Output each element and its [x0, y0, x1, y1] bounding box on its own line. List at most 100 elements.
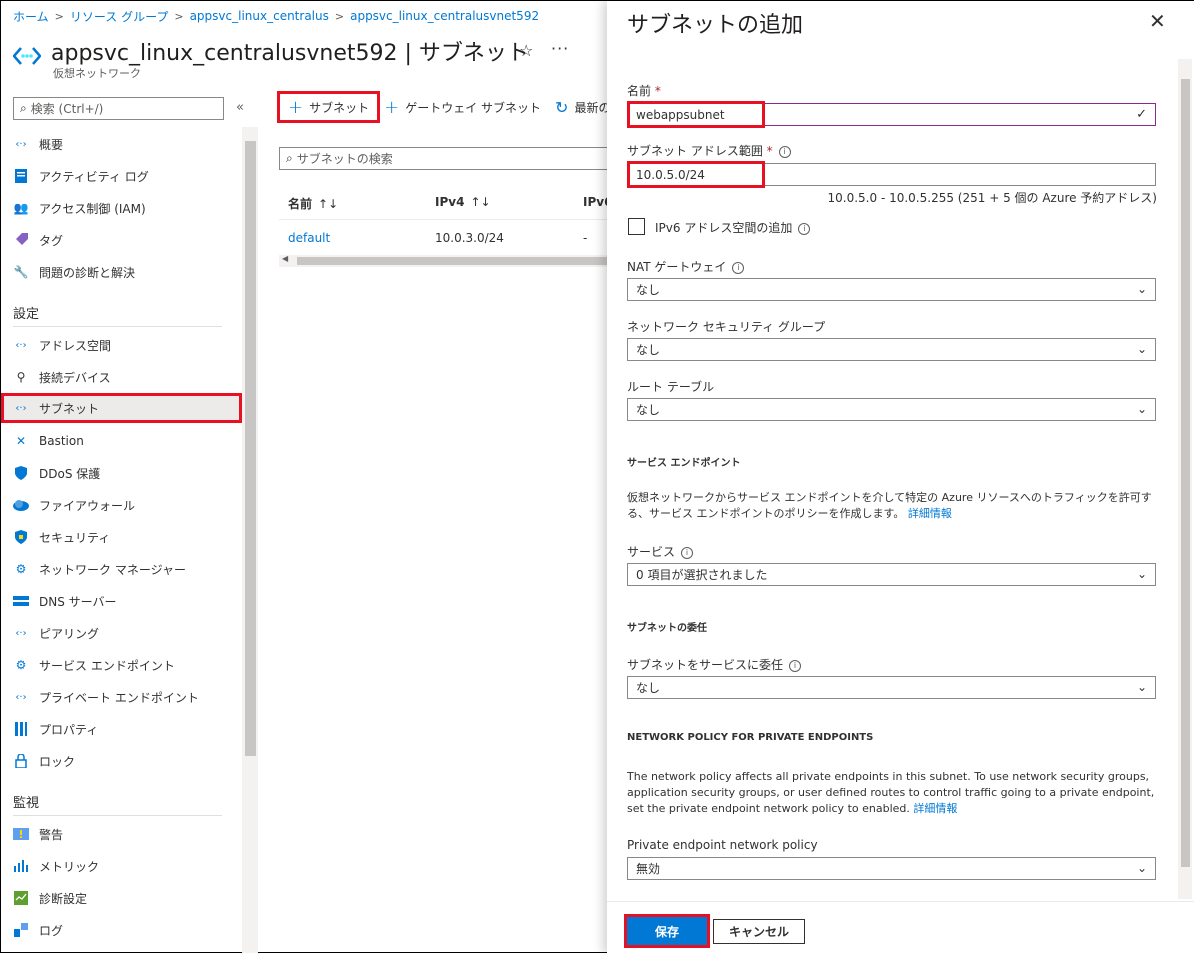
subnet-ipv6-cell: -: [583, 231, 588, 245]
sidebar-item-firewall[interactable]: ファイアウォール: [1, 491, 242, 519]
star-icon[interactable]: ☆: [519, 41, 533, 60]
info-icon[interactable]: i: [732, 261, 745, 274]
nsg-label: ネットワーク セキュリティ グループ: [627, 320, 826, 334]
services-value: 0 項目が選択されました: [636, 568, 768, 582]
sidebar-item-tags[interactable]: タグ: [1, 226, 242, 254]
people-icon: 👥: [13, 201, 29, 215]
breadcrumb-home[interactable]: ホーム: [13, 8, 49, 25]
subnet-name-link[interactable]: default: [288, 231, 330, 245]
sidebar-scrollbar-thumb[interactable]: [245, 141, 256, 756]
required-marker: *: [766, 144, 773, 158]
sidebar-item-label: ピアリング: [39, 626, 100, 641]
column-header-ipv4[interactable]: IPv4 ↑↓: [435, 195, 491, 209]
panel-scrollbar-thumb[interactable]: [1181, 79, 1190, 867]
address-range-label: サブネット アドレス範囲 * i: [627, 142, 791, 159]
learn-more-link[interactable]: 詳細情報: [913, 802, 957, 815]
sidebar-item-locks[interactable]: ロック: [1, 747, 242, 775]
column-header-label: IPv6: [583, 195, 607, 209]
vnet-icon: ‹·›: [15, 339, 27, 351]
sidebar-search-input[interactable]: ⌕ 検索 (Ctrl+/): [13, 97, 224, 120]
sidebar-item-overview[interactable]: ‹·› 概要: [1, 130, 242, 158]
search-icon: ⌕: [20, 101, 27, 115]
sidebar-item-label: ログ: [39, 923, 64, 938]
nsg-select[interactable]: なし ⌄: [627, 338, 1156, 361]
divider: [13, 815, 222, 816]
collapse-icon[interactable]: «: [236, 100, 244, 115]
delegation-value: なし: [636, 681, 661, 695]
sidebar-item-peering[interactable]: ‹·› ピアリング: [1, 619, 242, 647]
sidebar-item-address-space[interactable]: ‹·› アドレス空間: [1, 331, 242, 359]
more-icon[interactable]: ···: [551, 39, 569, 58]
breadcrumb-resource-group[interactable]: appsvc_linux_centralus: [190, 9, 329, 23]
logs-icon: [13, 922, 29, 938]
sidebar-item-label: 問題の診断と解決: [39, 265, 136, 280]
sidebar-item-activity-log[interactable]: アクティビティ ログ: [1, 162, 242, 190]
services-select[interactable]: 0 項目が選択されました ⌄: [627, 563, 1156, 586]
peering-icon: ‹·›: [15, 627, 27, 639]
sidebar-item-label: サービス エンドポイント: [39, 658, 175, 673]
policy-select[interactable]: 無効 ⌄: [627, 857, 1156, 880]
info-icon[interactable]: i: [798, 222, 811, 235]
ipv6-checkbox[interactable]: [628, 218, 645, 235]
service-endpoint-heading: サービス エンドポイント: [627, 458, 741, 469]
sidebar-item-label: アドレス空間: [39, 338, 112, 353]
subnet-search-input[interactable]: ⌕ サブネットの検索: [279, 147, 609, 170]
delegation-select[interactable]: なし ⌄: [627, 676, 1156, 699]
breadcrumb-vnet[interactable]: appsvc_linux_centralusvnet592: [350, 9, 539, 23]
vnet-icon: ‹·›: [15, 402, 27, 414]
sidebar-item-iam[interactable]: 👥 アクセス制御 (IAM): [1, 194, 242, 222]
sidebar-item-label: DDoS 保護: [39, 466, 101, 481]
services-label: サービス i: [627, 543, 694, 560]
scroll-left-icon[interactable]: ◀: [282, 254, 288, 263]
add-subnet-button[interactable]: + サブネット: [277, 91, 381, 123]
vnet-icon: ‹·›: [15, 138, 27, 150]
learn-more-link[interactable]: 詳細情報: [908, 507, 952, 520]
section-settings: 設定: [13, 307, 40, 322]
sidebar-item-metrics[interactable]: メトリック: [1, 852, 242, 880]
sidebar-item-subnets[interactable]: ‹·› サブネット: [1, 393, 242, 423]
sidebar-item-alerts[interactable]: 警告: [1, 820, 242, 848]
delegation-label: サブネットをサービスに委任 i: [627, 656, 802, 673]
column-header-ipv6[interactable]: IPv6: [583, 195, 607, 209]
sidebar-item-label: アクセス制御 (IAM): [39, 201, 146, 216]
info-icon[interactable]: i: [681, 546, 694, 559]
page-title: appsvc_linux_centralusvnet592 | サブネット: [51, 41, 529, 66]
column-header-name[interactable]: 名前 ↑↓: [288, 195, 338, 212]
sidebar-item-bastion[interactable]: ✕ Bastion: [1, 427, 242, 455]
sidebar-item-dns-servers[interactable]: DNS サーバー: [1, 587, 242, 615]
vnet-icon: [13, 47, 41, 65]
breadcrumb-resource-groups[interactable]: リソース グループ: [70, 8, 169, 25]
sidebar-item-security[interactable]: セキュリティ: [1, 523, 242, 551]
sort-icon: ↑↓: [470, 195, 491, 209]
sidebar-item-connected-devices[interactable]: ⚲ 接続デバイス: [1, 363, 242, 391]
cancel-button[interactable]: キャンセル: [713, 919, 805, 944]
chevron-down-icon: ⌄: [1136, 402, 1147, 416]
add-subnet-panel: サブネットの追加 ✕ 名前 * webappsubnet ✓ サブネット アドレ…: [607, 1, 1194, 953]
info-icon[interactable]: i: [778, 145, 791, 158]
route-table-select[interactable]: なし ⌄: [627, 398, 1156, 421]
sidebar-item-ddos[interactable]: DDoS 保護: [1, 459, 242, 487]
sidebar-item-logs[interactable]: ログ: [1, 916, 242, 944]
sidebar-item-diagnose[interactable]: 🔧 問題の診断と解決: [1, 258, 242, 286]
sidebar-item-properties[interactable]: プロパティ: [1, 715, 242, 743]
sidebar-item-private-endpoints[interactable]: ‹·› プライベート エンドポイント: [1, 683, 242, 711]
sidebar-item-label: DNS サーバー: [39, 594, 117, 609]
sidebar-item-label: プロパティ: [39, 722, 99, 737]
name-label-text: 名前: [627, 84, 652, 98]
save-button[interactable]: 保存: [624, 914, 710, 948]
sidebar-item-network-manager[interactable]: ⚙ ネットワーク マネージャー: [1, 555, 242, 583]
delegation-heading: サブネットの委任: [627, 623, 707, 634]
metrics-icon: [13, 858, 29, 874]
sidebar-item-diagnostic-settings[interactable]: 診断設定: [1, 884, 242, 912]
sidebar-item-service-endpoints[interactable]: ⚙ サービス エンドポイント: [1, 651, 242, 679]
table-scrollbar-thumb[interactable]: [297, 257, 609, 265]
sidebar-search-placeholder: 検索 (Ctrl+/): [30, 102, 104, 116]
close-icon[interactable]: ✕: [1149, 9, 1166, 33]
sidebar-item-label: ロック: [39, 754, 76, 769]
diagnostics-icon: [13, 890, 29, 906]
nat-gateway-select[interactable]: なし ⌄: [627, 278, 1156, 301]
chevron-right-icon: >: [54, 9, 64, 23]
lock-icon: [13, 753, 29, 769]
add-gateway-subnet-button[interactable]: + ゲートウェイ サブネット: [380, 91, 551, 123]
info-icon[interactable]: i: [789, 659, 802, 672]
